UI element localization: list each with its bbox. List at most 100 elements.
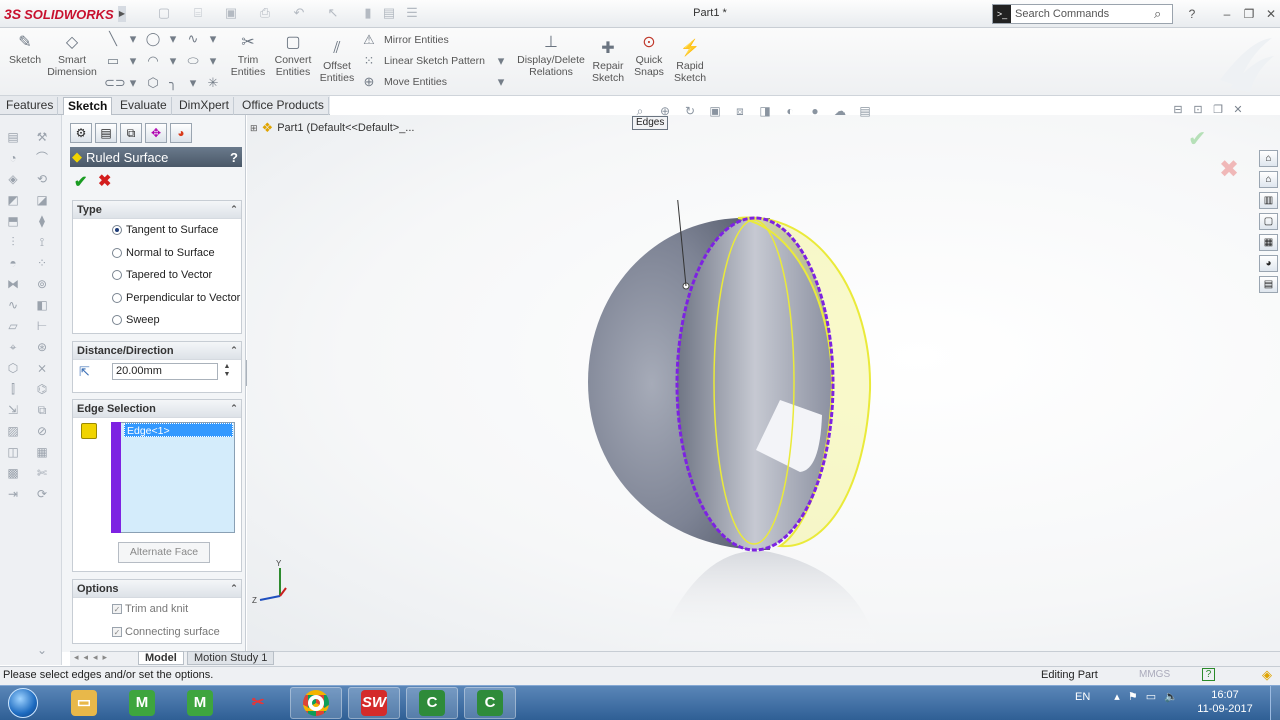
minimize-icon[interactable]: –	[1219, 6, 1235, 22]
tray-expand-icon[interactable]: ▴	[1114, 690, 1120, 703]
save-icon[interactable]: ▣	[223, 5, 239, 21]
taskbar-snipping-tool[interactable]: ✂	[232, 687, 284, 719]
search-icon[interactable]: ⌕	[1154, 6, 1172, 22]
tab-motion-study[interactable]: Motion Study 1	[187, 651, 275, 665]
search-input[interactable]: Search Commands	[1015, 8, 1154, 20]
solidworks-logo[interactable]: 3S SOLIDWORKS	[0, 0, 127, 28]
radio-perpendicular-to-vector[interactable]: Perpendicular to Vector	[73, 287, 241, 310]
dropdown-icon[interactable]: ▾	[124, 53, 142, 69]
edge-selection-list[interactable]	[111, 422, 235, 533]
file-properties-icon[interactable]: ▤	[381, 5, 397, 21]
radio-dot[interactable]	[112, 292, 122, 303]
start-button[interactable]	[2, 686, 44, 720]
tab-features[interactable]: Features	[2, 97, 59, 115]
thicken-icon[interactable]: ▨	[5, 423, 21, 439]
axis-icon[interactable]: ⊢	[34, 318, 50, 334]
draft-icon[interactable]: ⧫	[34, 213, 50, 229]
offset-surface-icon[interactable]: ⧉	[34, 402, 50, 418]
display-delete-relations-button[interactable]: ⊥ Display/Delete Relations	[516, 32, 586, 78]
tab-dimxpert[interactable]: DimXpert	[175, 97, 235, 115]
collapse-icon[interactable]: ⌃	[227, 204, 241, 215]
tab-evaluate[interactable]: Evaluate	[116, 97, 172, 115]
language-indicator[interactable]: EN	[1075, 691, 1090, 703]
tab-model[interactable]: Model	[138, 651, 184, 665]
taskbar-camtasia-studio[interactable]: M	[174, 687, 226, 719]
dropdown-icon[interactable]: ▾	[204, 31, 222, 47]
circle-icon[interactable]: ◯	[144, 31, 162, 47]
checkbox-box[interactable]: ✓	[112, 626, 122, 637]
dome-icon[interactable]: ◓	[5, 255, 21, 271]
menu-flyout-arrow-icon[interactable]: ▶	[118, 6, 126, 22]
print-icon[interactable]: ⎙	[257, 5, 273, 21]
viewport-restore-icon[interactable]: ❐	[1211, 103, 1225, 117]
file-explorer-icon[interactable]: ▢	[1259, 213, 1278, 230]
flex-icon[interactable]: ⌬	[34, 381, 50, 397]
options-icon[interactable]: ☰	[404, 5, 420, 21]
network-icon[interactable]: ▭	[1146, 690, 1156, 703]
dropdown-icon[interactable]: ▾	[204, 53, 222, 69]
collapse-icon[interactable]: ⌃	[227, 403, 241, 414]
design-library-icon[interactable]: ▥	[1259, 192, 1278, 209]
trim-surface-icon[interactable]: ✄	[34, 465, 50, 481]
action-center-icon[interactable]: ⚑	[1128, 690, 1138, 703]
untrim-icon[interactable]: ⟳	[34, 486, 50, 502]
rib-icon[interactable]: ⫶	[5, 234, 21, 250]
property-manager-tab-icon[interactable]: ▤	[95, 123, 117, 143]
point-tool-icon[interactable]: ⊛	[34, 339, 50, 355]
trim-and-knit-checkbox[interactable]: ✓ Trim and knit	[73, 598, 241, 621]
point-icon[interactable]: ✳	[204, 75, 222, 91]
wrap-icon[interactable]: ⟟	[34, 234, 50, 250]
expand-icon[interactable]: ⊞	[250, 123, 258, 134]
dropdown-icon[interactable]: ▾	[164, 31, 182, 47]
line-icon[interactable]: ╲	[104, 31, 122, 47]
convert-entities-button[interactable]: ▢ Convert Entities	[272, 32, 314, 78]
new-doc-icon[interactable]: ▢	[156, 5, 172, 21]
taskbar-camtasia-recorder[interactable]: M	[116, 687, 168, 719]
open-icon[interactable]: ⌸	[190, 5, 206, 21]
tile-icon[interactable]: ⊟	[1171, 103, 1185, 117]
alternate-face-button[interactable]: Alternate Face	[118, 542, 210, 563]
distance-input[interactable]: 20.00mm	[112, 363, 218, 380]
revolve-icon[interactable]: ◔	[5, 150, 21, 166]
radio-dot[interactable]	[112, 247, 122, 258]
mirror-tool-icon[interactable]: ⧓	[5, 276, 21, 292]
tab-sketch[interactable]: Sketch	[63, 97, 113, 115]
repair-sketch-button[interactable]: ✚ Repair Sketch	[590, 38, 626, 84]
distance-group-header[interactable]: Distance/Direction ⌃	[73, 342, 241, 360]
taskbar-chrome[interactable]	[290, 687, 342, 719]
loft-icon[interactable]: ◈	[5, 171, 21, 187]
feature-manager-tab-icon[interactable]: ⚙	[70, 123, 92, 143]
dropdown-icon[interactable]: ▾	[124, 75, 142, 91]
radio-normal-to-surface[interactable]: Normal to Surface	[73, 242, 241, 265]
split-icon[interactable]: ⫿	[5, 381, 21, 397]
arc-icon[interactable]: ◠	[144, 53, 162, 69]
show-desktop-button[interactable]	[1270, 686, 1280, 720]
mate-icon[interactable]: ⬡	[5, 360, 21, 376]
checkbox-box[interactable]: ✓	[112, 604, 122, 615]
linear-pattern-button[interactable]: ⁙ Linear Sketch Pattern ▾	[360, 50, 510, 71]
taskbar-solidworks[interactable]: SW	[348, 687, 400, 719]
collapse-icon[interactable]: ⌃	[227, 583, 241, 594]
flyout-feature-tree[interactable]: ⊞ ❖ Part1 (Default<<Default>_...	[250, 120, 414, 136]
appearances-icon[interactable]: ◕	[1259, 255, 1278, 272]
appearance-icon[interactable]: ●	[807, 103, 823, 119]
knit-icon[interactable]: ⨯	[34, 360, 50, 376]
hole-icon[interactable]: ⊚	[34, 276, 50, 292]
solidworks-resources-icon[interactable]: ⌂	[1259, 150, 1278, 167]
unit-system[interactable]: MMGS	[1139, 669, 1170, 680]
sweep-icon[interactable]: ⌒	[34, 150, 50, 166]
offset-entities-button[interactable]: ⫽ Offset Entities	[318, 38, 356, 84]
taskbar-camtasia-c[interactable]: C	[406, 687, 458, 719]
plane-icon[interactable]: ▱	[5, 318, 21, 334]
tab-office-products[interactable]: Office Products	[238, 97, 329, 115]
extend-surface-icon[interactable]: ⇥	[5, 486, 21, 502]
quick-snaps-button[interactable]: ⊙ Quick Snaps	[632, 32, 666, 78]
dropdown-icon[interactable]: ▾	[492, 74, 510, 90]
smart-dimension-button[interactable]: ◇ Smart Dimension	[46, 32, 98, 78]
radio-tapered-to-vector[interactable]: Tapered to Vector	[73, 264, 241, 287]
display-style-icon[interactable]: ◨	[757, 103, 773, 119]
rebuild-status-icon[interactable]: ◈	[1262, 667, 1272, 683]
rapid-sketch-button[interactable]: ⚡ Rapid Sketch	[672, 38, 708, 84]
help-icon[interactable]: ?	[1184, 6, 1200, 22]
fillet-icon[interactable]: ╮	[164, 75, 182, 91]
